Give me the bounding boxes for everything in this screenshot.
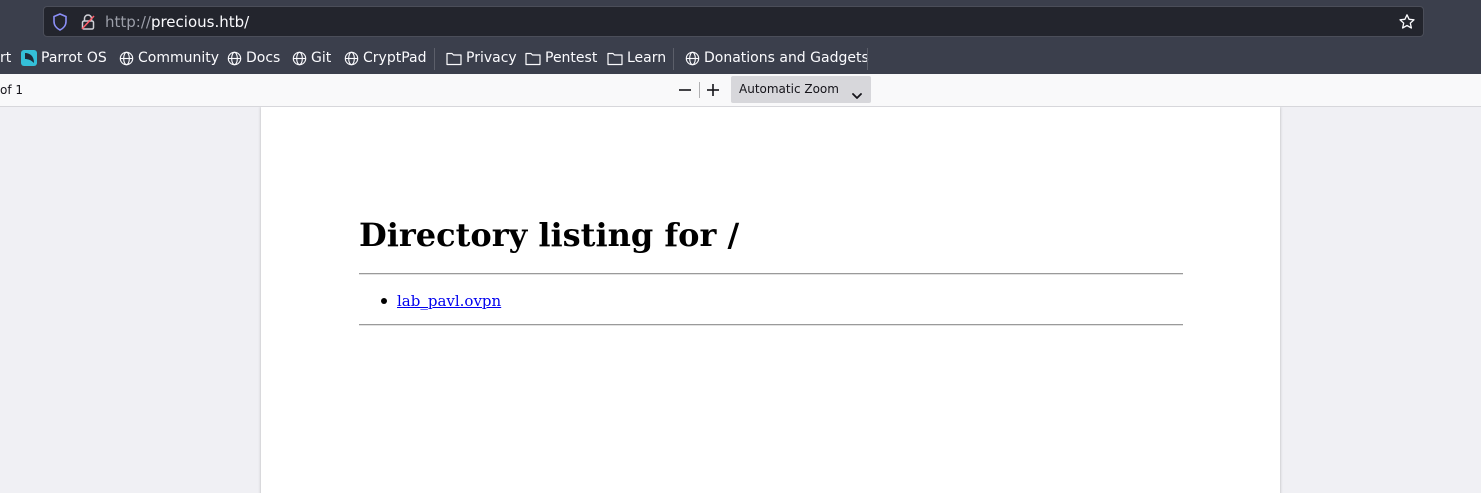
page-title: Directory listing for / (359, 216, 740, 254)
globe-icon (119, 51, 134, 65)
bookmark-item-parrot-os[interactable]: Parrot OS (21, 46, 107, 70)
zoom-select[interactable]: Automatic Zoom (731, 76, 871, 103)
pdf-viewer-container[interactable]: Directory listing for / lab_pavl.ovpn (0, 107, 1481, 493)
horizontal-rule (359, 324, 1183, 326)
bookmark-label: rt (0, 50, 12, 66)
bookmark-item-donations-and-gadgets[interactable]: Donations and Gadgets (685, 46, 869, 70)
chevron-down-icon (852, 85, 862, 104)
zoom-out-button[interactable] (675, 79, 695, 101)
bookmark-separator (673, 48, 674, 70)
zoom-select-value: Automatic Zoom (739, 82, 839, 96)
zoom-in-button[interactable] (703, 79, 723, 101)
pdf-viewer-toolbar: of 1 Automatic Zoom (0, 74, 1481, 107)
minus-icon (679, 89, 691, 91)
url-text[interactable]: http://precious.htb/ (105, 12, 249, 32)
url-host: precious.htb/ (150, 13, 250, 31)
bookmark-item-docs[interactable]: Docs (227, 46, 280, 70)
bookmark-label: Docs (246, 50, 281, 66)
toolbar-divider (699, 82, 700, 98)
bookmark-label: CryptPad (363, 50, 427, 66)
folder-icon (446, 52, 462, 65)
bookmark-separator (867, 48, 868, 70)
bookmark-folder-learn[interactable]: Learn (607, 46, 666, 70)
bookmarks-toolbar: rt Parrot OS Community Docs Git CryptPad… (0, 44, 1481, 72)
insecure-lock-icon[interactable] (81, 13, 95, 35)
bookmark-item-git[interactable]: Git (292, 46, 331, 70)
file-link[interactable]: lab_pavl.ovpn (397, 291, 501, 311)
globe-icon (685, 51, 700, 65)
bookmark-separator (434, 48, 435, 70)
globe-icon (227, 51, 242, 65)
pdf-page: Directory listing for / lab_pavl.ovpn (261, 107, 1280, 493)
shield-icon[interactable] (52, 13, 68, 35)
bookmark-label: Donations and Gadgets (704, 50, 869, 66)
parrot-icon (21, 50, 37, 66)
browser-chrome: http://precious.htb/ rt Parrot OS Commun… (0, 0, 1481, 74)
bookmark-label: Parrot OS (41, 50, 107, 66)
bookmark-label: Pentest (545, 50, 598, 66)
bookmark-item-community[interactable]: Community (119, 46, 219, 70)
bookmark-folder-pentest[interactable]: Pentest (525, 46, 597, 70)
address-bar[interactable]: http://precious.htb/ (43, 6, 1424, 37)
folder-icon (607, 52, 623, 65)
bookmark-label: Git (311, 50, 332, 66)
folder-icon (525, 52, 541, 65)
horizontal-rule (359, 273, 1183, 275)
bookmark-folder-privacy[interactable]: Privacy (446, 46, 517, 70)
bookmark-label: Learn (627, 50, 667, 66)
globe-icon (292, 51, 307, 65)
bookmark-item-rt[interactable]: rt (0, 46, 11, 70)
bookmark-label: Community (138, 50, 220, 66)
plus-icon (707, 84, 719, 96)
bookmark-label: Privacy (466, 50, 517, 66)
bookmark-item-cryptpad[interactable]: CryptPad (344, 46, 426, 70)
bookmark-star-icon[interactable] (1398, 13, 1416, 35)
url-scheme: http:// (105, 13, 151, 31)
page-count: of 1 (0, 83, 24, 97)
globe-icon (344, 51, 359, 65)
list-bullet (381, 298, 387, 304)
